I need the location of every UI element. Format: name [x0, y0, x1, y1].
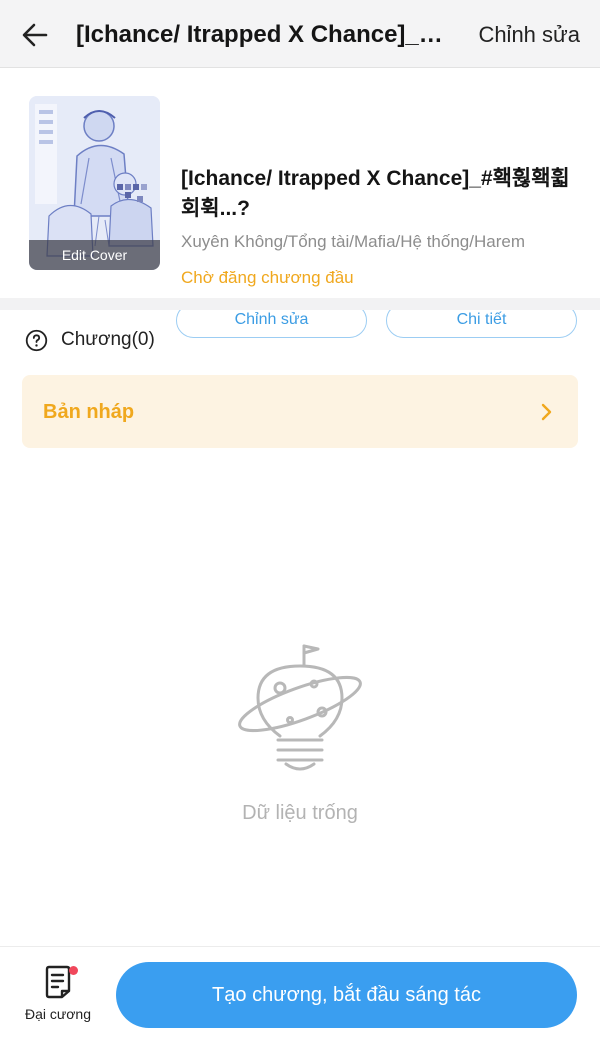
planet-lightbulb-icon [238, 644, 362, 771]
header-edit-button[interactable]: Chỉnh sửa [478, 21, 580, 49]
chapter-count-label: Chương(0) [61, 329, 155, 350]
book-status: Chờ đăng chương đầu [181, 268, 354, 287]
book-cover[interactable]: Edit Cover [29, 96, 160, 270]
draft-row[interactable]: Bản nháp [22, 375, 578, 448]
chapter-count-header: Chương(0) [25, 327, 155, 353]
chevron-right-icon [541, 403, 552, 421]
page-title: [Ichance/ Itrapped X Chance]_#홱휞홱휣회휙 [76, 21, 454, 48]
outline-label: Đại cương [24, 1006, 92, 1022]
draft-label: Bản nháp [43, 401, 135, 423]
book-info-card: Edit Cover [Ichance/ Itrapped X Chance]_… [0, 68, 600, 338]
bottom-action-bar: Đại cương Tạo chương, bắt đầu sáng tác [0, 946, 600, 1041]
outline-button[interactable]: Đại cương [22, 965, 94, 1027]
arrow-left-icon [22, 23, 48, 47]
edit-cover-button[interactable]: Edit Cover [29, 240, 160, 270]
section-divider [0, 298, 600, 310]
book-genres: Xuyên Không/Tổng tài/Mafia/Hệ thống/Hare… [181, 232, 525, 251]
empty-state-text: Dữ liệu trống [242, 802, 358, 824]
book-title: [Ichance/ Itrapped X Chance]_#홱휞홱휣회휙...? [181, 167, 570, 220]
create-chapter-button[interactable]: Tạo chương, bắt đầu sáng tác [116, 962, 577, 1028]
back-button[interactable] [18, 18, 52, 52]
notification-dot [69, 966, 78, 975]
question-circle-icon[interactable] [25, 329, 48, 352]
top-app-bar: [Ichance/ Itrapped X Chance]_#홱휞홱휣회휙 Chỉ… [0, 0, 600, 68]
